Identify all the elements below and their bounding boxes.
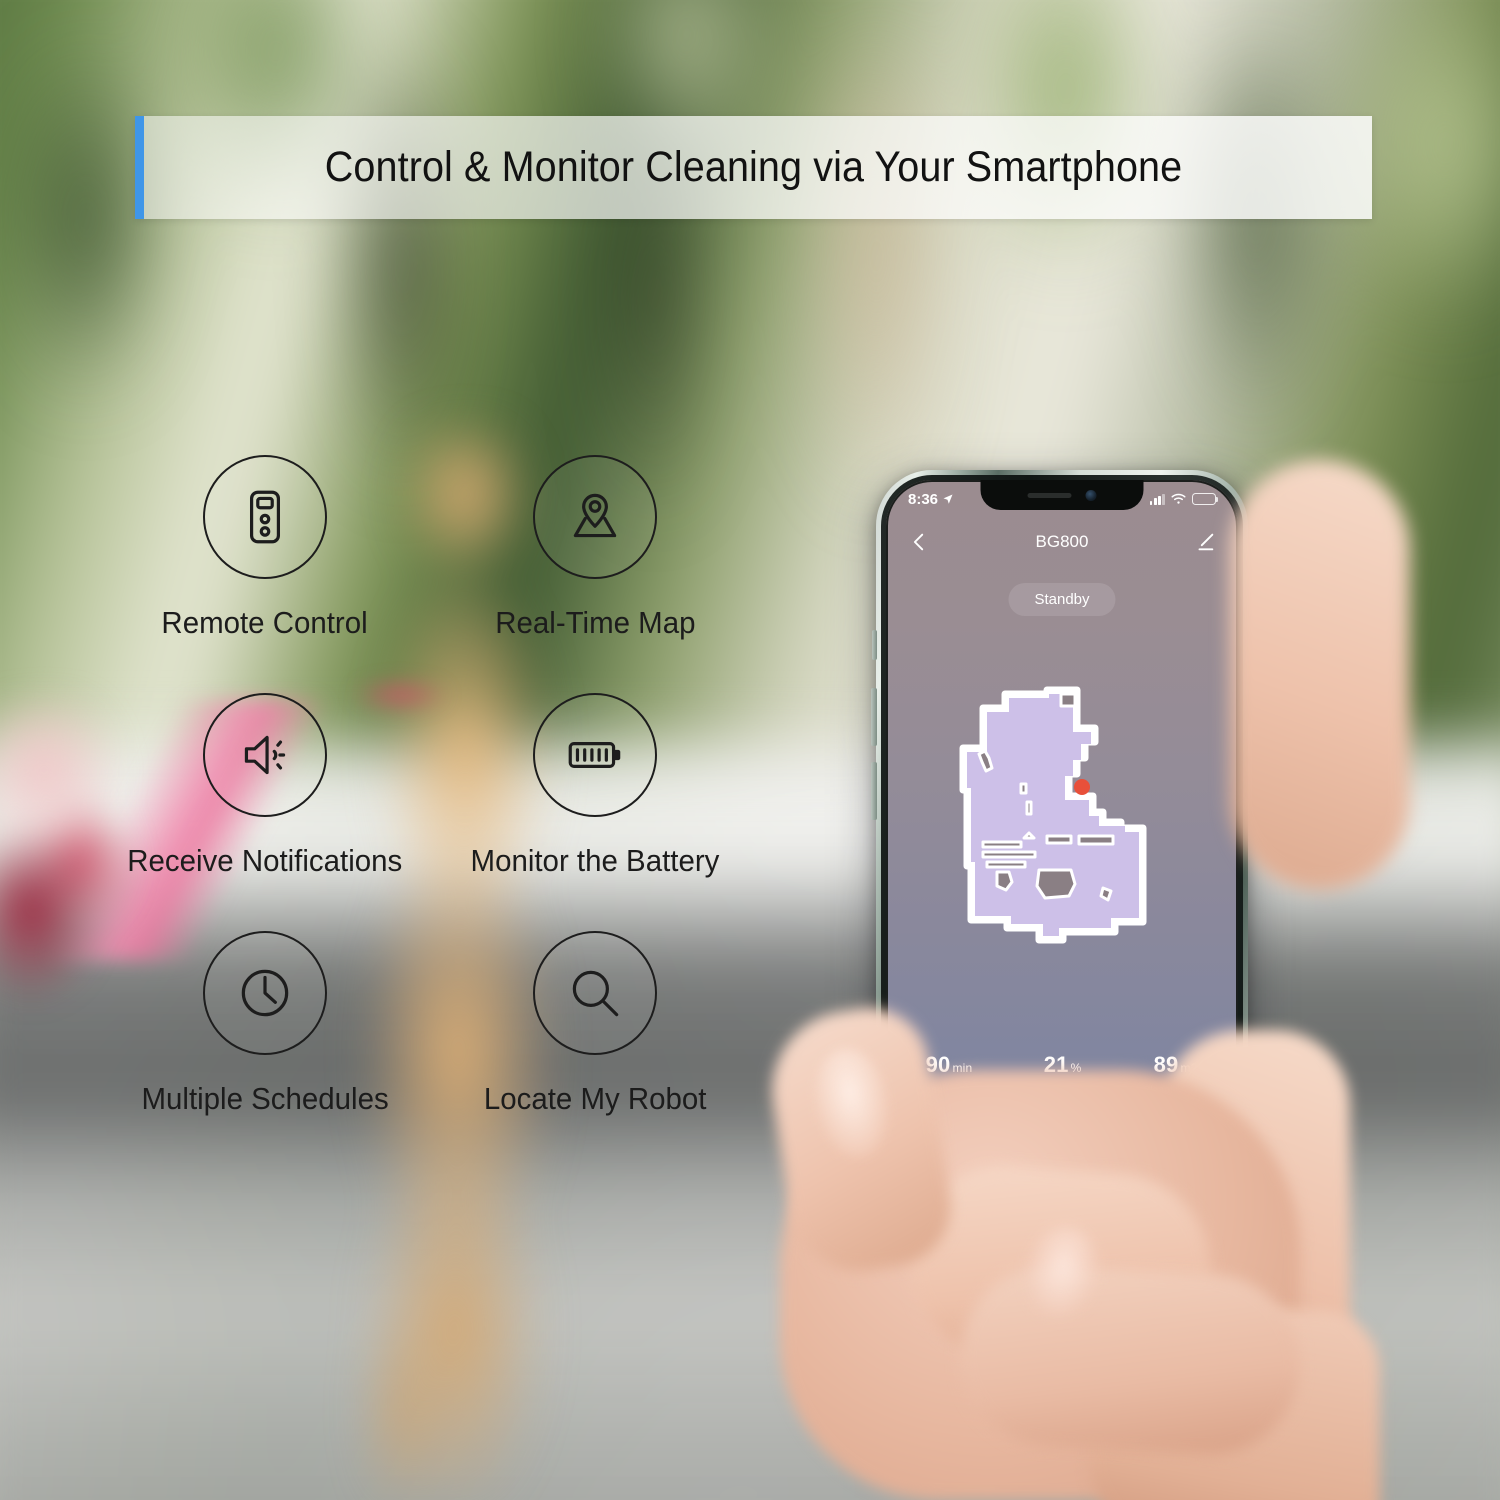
battery-status-icon xyxy=(1192,493,1219,505)
status-bar-time: 8:36 xyxy=(908,490,939,508)
feature-label: Locate My Robot xyxy=(483,1081,707,1116)
feature-icon-circle xyxy=(533,455,657,579)
volume-up-button[interactable] xyxy=(871,688,877,746)
middle-finger xyxy=(955,1261,1305,1459)
feature-icon-circle xyxy=(203,455,327,579)
robot-position-marker xyxy=(1074,779,1090,795)
feature-item-locate-my-robot: Locate My Robot xyxy=(430,931,760,1117)
hand-holding-phone xyxy=(760,460,1410,1500)
magnifier-icon xyxy=(572,970,619,1017)
feature-item-multiple-schedules: Multiple Schedules xyxy=(100,931,430,1117)
feature-grid: Remote Control Real-Time Map Receive Not… xyxy=(100,455,800,1169)
status-badge[interactable]: Standby xyxy=(1008,583,1116,616)
feature-icon-circle xyxy=(203,931,327,1055)
feature-row: Multiple Schedules Locate My Robot xyxy=(100,931,800,1117)
battery-icon xyxy=(568,742,621,768)
feature-label: Receive Notifications xyxy=(127,843,403,878)
front-camera-icon xyxy=(1085,489,1097,501)
feature-label: Real-Time Map xyxy=(494,605,696,640)
remote-control-icon xyxy=(249,490,281,544)
pencil-edit-icon xyxy=(1198,533,1214,551)
cellular-signal-icon xyxy=(1149,493,1165,505)
feature-icon-circle xyxy=(533,693,657,817)
feature-label: Monitor the Battery xyxy=(470,843,720,878)
header-banner: Control & Monitor Cleaning via Your Smar… xyxy=(135,116,1372,219)
feature-row: Remote Control Real-Time Map xyxy=(100,455,800,641)
wifi-icon xyxy=(1171,493,1186,504)
upper-fingers xyxy=(1230,460,1410,890)
page-title: Control & Monitor Cleaning via Your Smar… xyxy=(324,143,1183,191)
feature-label: Remote Control xyxy=(161,605,369,640)
back-button[interactable] xyxy=(908,531,930,553)
feature-icon-circle xyxy=(203,693,327,817)
feature-label: Multiple Schedules xyxy=(141,1081,389,1116)
mute-switch[interactable] xyxy=(872,630,877,660)
feature-item-remote-control: Remote Control xyxy=(100,455,430,641)
app-nav-bar: BG800 xyxy=(886,522,1238,562)
clock-icon xyxy=(241,969,289,1017)
device-name-title: BG800 xyxy=(1035,532,1089,551)
feature-icon-circle xyxy=(533,931,657,1055)
speaker-notification-icon xyxy=(244,735,286,775)
feature-item-monitor-battery: Monitor the Battery xyxy=(430,693,760,879)
status-bar-right xyxy=(1149,493,1219,505)
volume-down-button[interactable] xyxy=(871,762,877,820)
map-pin-icon xyxy=(573,493,617,538)
location-arrow-icon xyxy=(943,494,953,504)
earpiece-speaker-icon xyxy=(1027,492,1072,498)
phone-notch xyxy=(980,480,1144,510)
feature-item-real-time-map: Real-Time Map xyxy=(430,455,760,641)
chevron-left-icon xyxy=(913,533,924,551)
feature-item-receive-notifications: Receive Notifications xyxy=(100,693,430,879)
banner-accent-bar xyxy=(135,116,144,219)
edit-button[interactable] xyxy=(1194,531,1216,553)
feature-row: Receive Notifications Monitor the Batter… xyxy=(100,693,800,879)
status-bar-left: 8:36 xyxy=(908,491,954,508)
